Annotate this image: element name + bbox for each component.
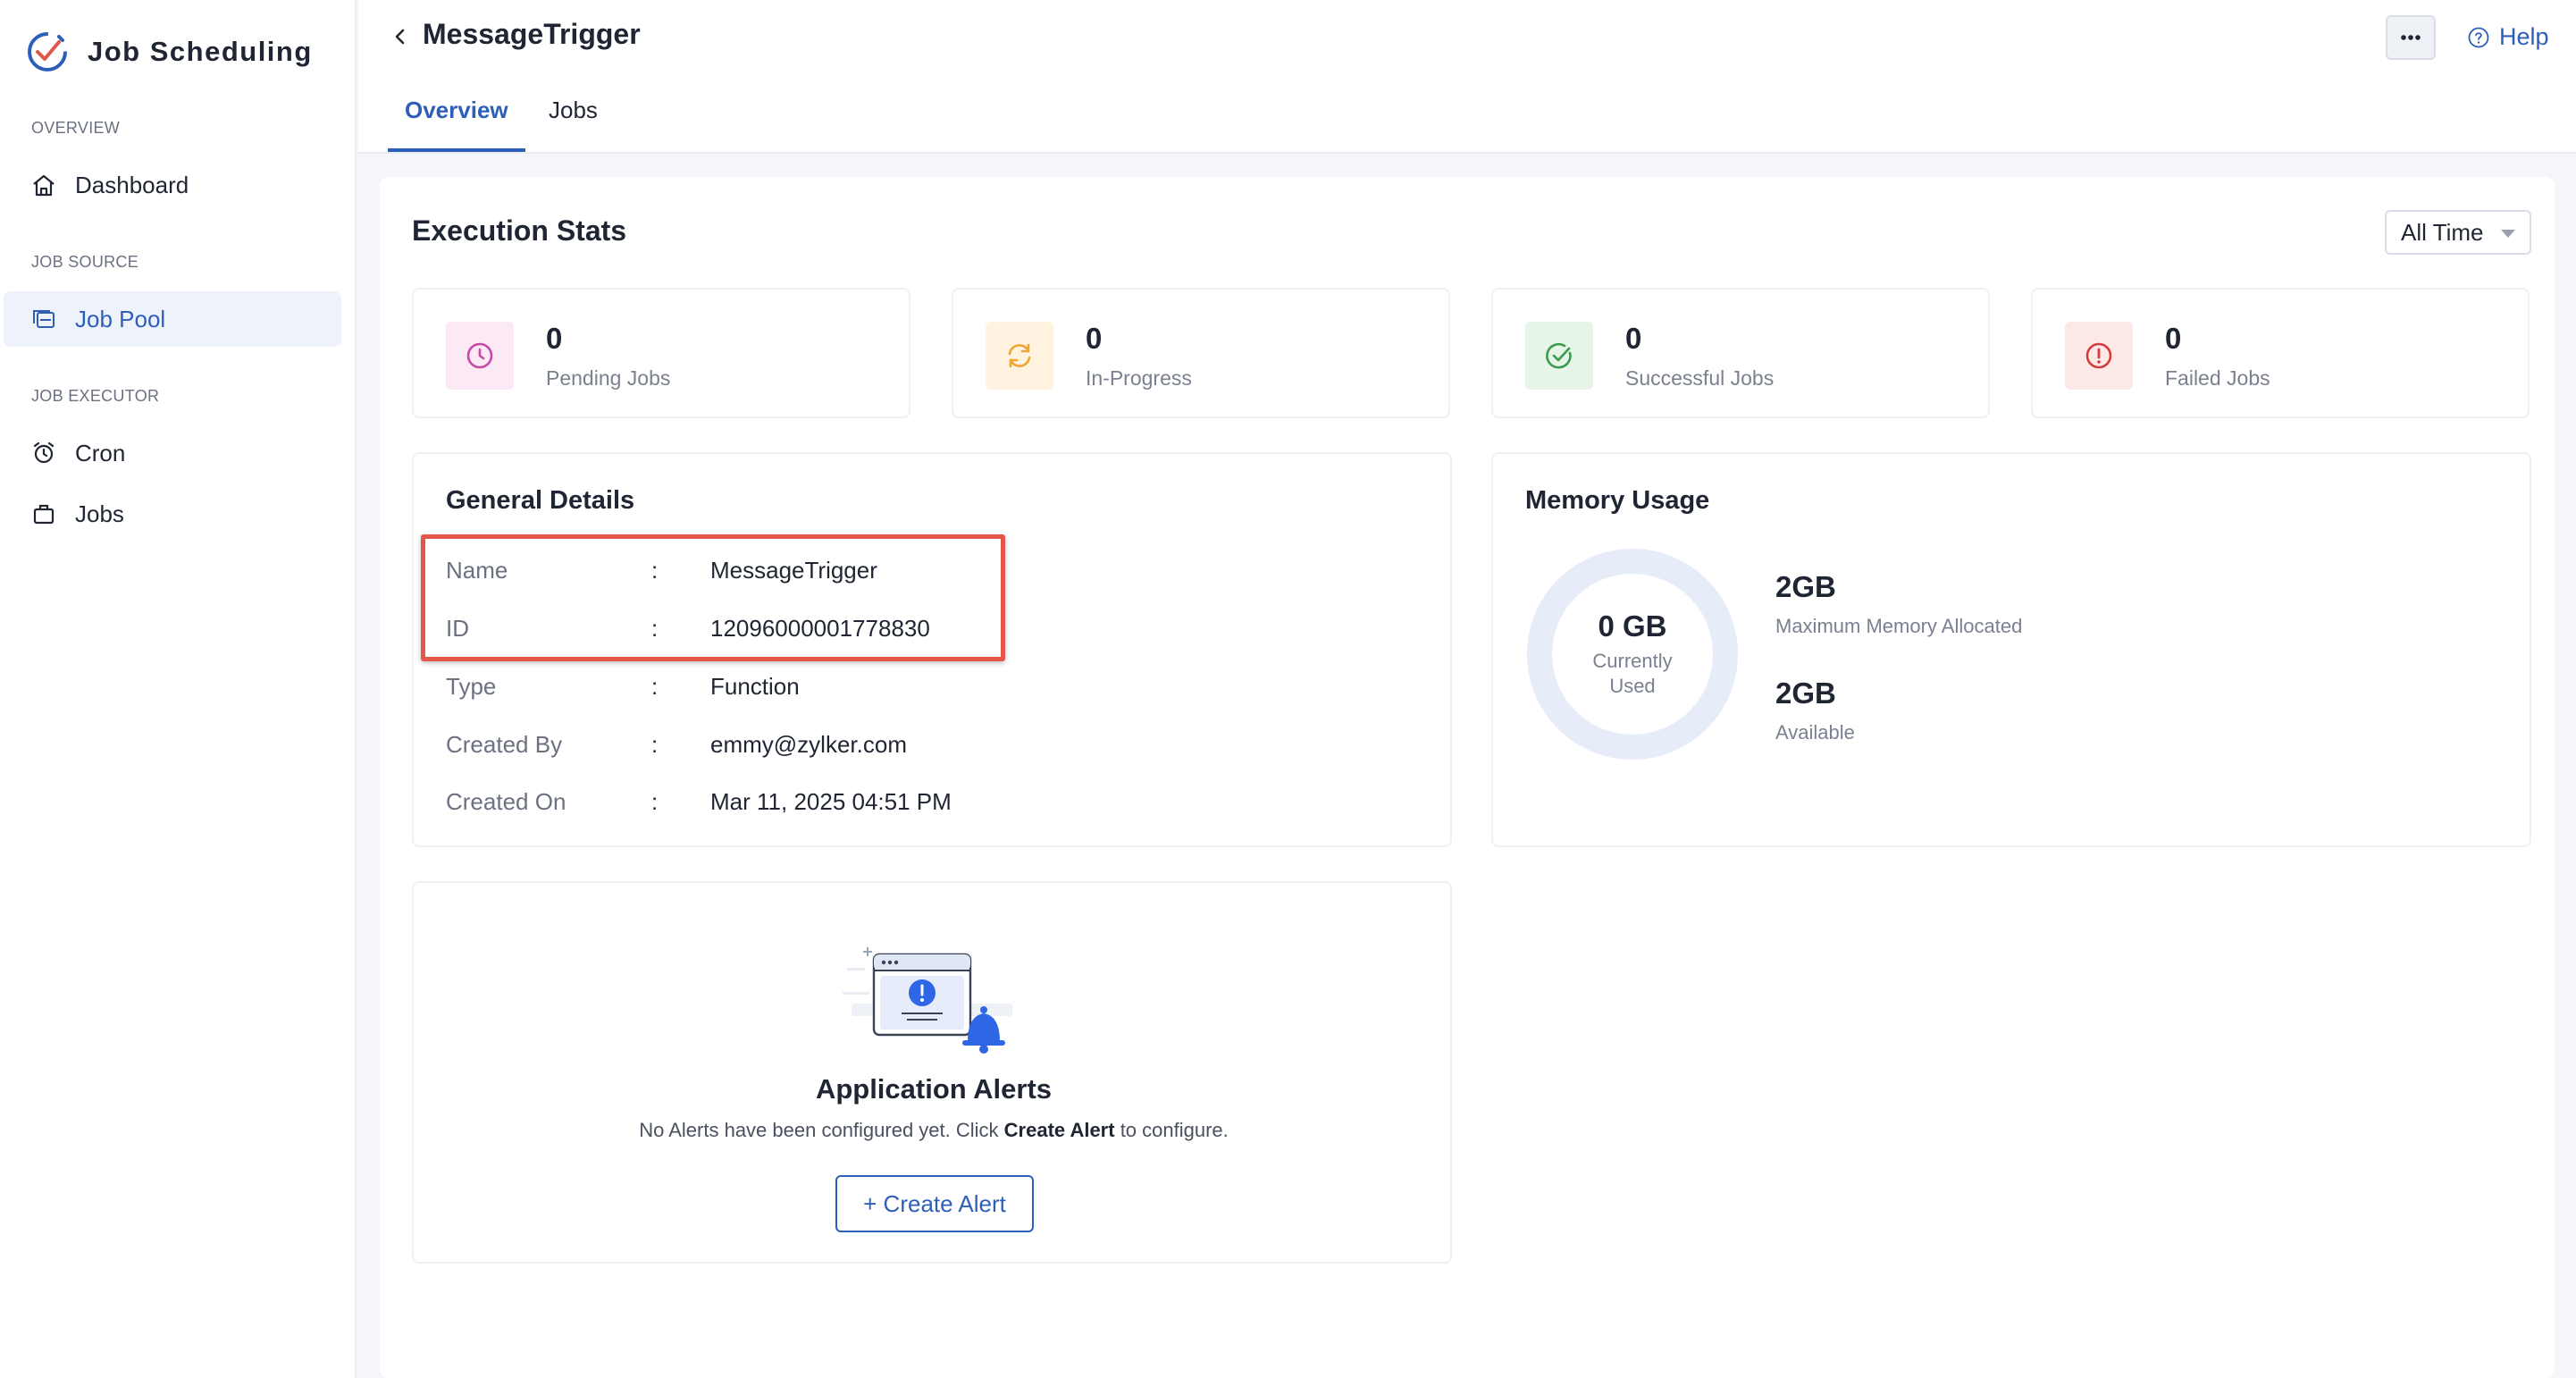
detail-separator: : <box>651 556 659 584</box>
brand: Job Scheduling <box>25 25 313 79</box>
sidebar-item-dashboard[interactable]: Dashboard <box>4 157 341 213</box>
application-alerts-card: Application Alerts No Alerts have been c… <box>412 881 1452 1264</box>
page-header: MessageTrigger Overview Jobs Help <box>358 0 2576 154</box>
stat-icon-bg <box>1525 322 1593 390</box>
detail-value: Function <box>710 672 800 700</box>
sidebar-item-job-pool[interactable]: Job Pool <box>4 291 341 347</box>
available-memory-value: 2GB <box>1775 676 1836 710</box>
memory-usage-card: Memory Usage 0 GB Currently Used 2GB Max… <box>1491 452 2531 847</box>
active-tab-indicator <box>388 148 525 152</box>
detail-separator: : <box>651 787 659 815</box>
time-filter-value: All Time <box>2401 218 2484 246</box>
detail-value: emmy@zylker.com <box>710 730 907 758</box>
page-title: MessageTrigger <box>423 18 641 50</box>
stat-card-in-progress: 0 In-Progress <box>952 288 1450 418</box>
detail-separator: : <box>651 672 659 700</box>
sidebar-item-label: Jobs <box>75 500 124 527</box>
refresh-icon <box>1008 343 1031 368</box>
dropdown-caret-icon <box>2501 230 2515 238</box>
help-link[interactable]: Help <box>2467 23 2549 51</box>
alert-bell-illustration-icon <box>843 947 1012 1054</box>
detail-row-id: ID : 12096000001778830 <box>446 613 930 643</box>
stat-label: Successful Jobs <box>1625 366 1775 390</box>
sidebar-item-label: Cron <box>75 439 126 466</box>
currently-used-value: 0 GB <box>1598 609 1667 643</box>
stat-value: 0 <box>1625 322 1642 355</box>
alarm-clock-icon <box>33 441 55 464</box>
detail-value: Mar 11, 2025 04:51 PM <box>710 787 952 815</box>
check-circle-icon <box>1546 342 1572 369</box>
alerts-desc-text: No Alerts have been configured yet. Clic… <box>639 1119 1004 1141</box>
create-alert-button[interactable]: + Create Alert <box>835 1175 1034 1232</box>
alerts-description: No Alerts have been configured yet. Clic… <box>414 1119 1454 1142</box>
max-memory-label: Maximum Memory Allocated <box>1775 615 2023 637</box>
sidebar-item-jobs[interactable]: Jobs <box>4 486 341 542</box>
detail-key: Created By <box>446 730 563 758</box>
stat-card-failed: 0 Failed Jobs <box>2031 288 2530 418</box>
section-label-overview: OVERVIEW <box>31 119 121 137</box>
job-scheduling-logo-icon <box>28 32 67 71</box>
time-filter-select[interactable]: All Time <box>2385 210 2531 255</box>
stat-label: Pending Jobs <box>546 366 671 390</box>
donut-center: 0 GB Currently Used <box>1525 547 1740 761</box>
max-memory-value: 2GB <box>1775 570 1836 603</box>
detail-key: Created On <box>446 787 566 815</box>
alerts-desc-bold: Create Alert <box>1003 1119 1115 1141</box>
detail-row-type: Type : Function <box>446 671 800 702</box>
clock-icon <box>466 342 493 369</box>
detail-key: Name <box>446 556 508 584</box>
more-horizontal-icon <box>2401 35 2421 40</box>
stat-value: 0 <box>2165 322 2182 355</box>
stat-icon-bg <box>986 322 1053 390</box>
home-icon <box>33 174 55 197</box>
alerts-title: Application Alerts <box>815 1073 1053 1105</box>
stat-icon-bg <box>446 322 514 390</box>
detail-row-name: Name : MessageTrigger <box>446 555 877 585</box>
detail-key: ID <box>446 614 469 642</box>
briefcase-icon <box>33 504 55 525</box>
detail-row-created-on: Created On : Mar 11, 2025 04:51 PM <box>446 786 952 817</box>
detail-row-created-by: Created By : emmy@zylker.com <box>446 729 907 760</box>
available-memory-label: Available <box>1775 721 1855 744</box>
section-label-job-executor: JOB EXECUTOR <box>31 387 160 405</box>
help-circle-icon <box>2468 27 2489 47</box>
tab-jobs[interactable]: Jobs <box>549 97 598 124</box>
stat-label: In-Progress <box>1086 366 1192 390</box>
job-pool-icon <box>33 310 55 328</box>
error-circle-icon <box>2085 342 2112 369</box>
detail-key: Type <box>446 672 497 700</box>
tab-overview[interactable]: Overview <box>405 97 508 124</box>
stat-card-successful: 0 Successful Jobs <box>1491 288 1990 418</box>
general-details-card: General Details Name : MessageTrigger ID… <box>412 452 1452 847</box>
stat-value: 0 <box>546 322 563 355</box>
currently-used-label: Currently Used <box>1592 650 1673 697</box>
alerts-desc-text: to configure. <box>1114 1119 1229 1141</box>
app-title: Job Scheduling <box>88 36 313 67</box>
back-button[interactable] <box>387 23 414 50</box>
execution-stats-title: Execution Stats <box>412 214 627 247</box>
detail-value: MessageTrigger <box>710 556 877 584</box>
sidebar-item-label: Job Pool <box>75 305 166 332</box>
more-options-button[interactable] <box>2386 15 2436 60</box>
stat-value: 0 <box>1086 322 1103 355</box>
memory-usage-title: Memory Usage <box>1525 486 1710 515</box>
sidebar: Job Scheduling OVERVIEW Dashboard JOB SO… <box>0 0 357 1378</box>
main-panel: Execution Stats All Time 0 Pending Jobs … <box>380 177 2555 1378</box>
stat-icon-bg <box>2065 322 2133 390</box>
stat-label: Failed Jobs <box>2165 366 2270 390</box>
sidebar-item-cron[interactable]: Cron <box>4 425 341 481</box>
detail-value: 12096000001778830 <box>710 614 930 642</box>
help-label: Help <box>2499 23 2549 50</box>
stat-card-pending: 0 Pending Jobs <box>412 288 910 418</box>
sidebar-item-label: Dashboard <box>75 171 189 198</box>
detail-separator: : <box>651 614 659 642</box>
chevron-left-icon <box>395 29 405 45</box>
section-label-job-source: JOB SOURCE <box>31 253 139 271</box>
detail-separator: : <box>651 730 659 758</box>
general-details-title: General Details <box>446 486 635 515</box>
